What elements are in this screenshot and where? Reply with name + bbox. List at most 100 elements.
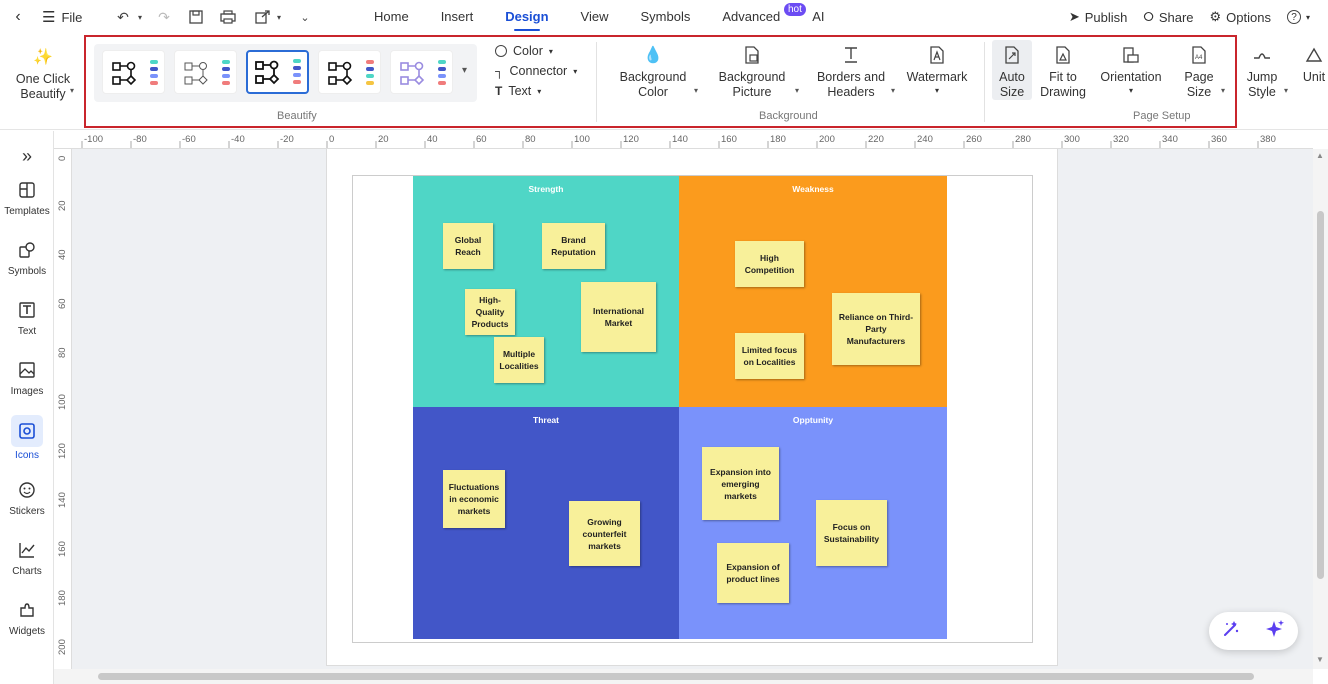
- background-color-button[interactable]: 💧 Background Color: [614, 44, 692, 100]
- borders-headers-button[interactable]: Borders and Headers: [812, 44, 890, 100]
- sidebar-item-templates[interactable]: Templates: [0, 177, 54, 217]
- chevron-down-icon[interactable]: ▾: [795, 86, 799, 95]
- tab-home[interactable]: Home: [358, 0, 425, 34]
- sticky-note[interactable]: Fluctuations in economic markets: [443, 470, 505, 528]
- watermark-button[interactable]: Watermark ▾: [904, 44, 970, 98]
- chevron-down-icon[interactable]: ▾: [891, 86, 895, 95]
- scroll-up-icon[interactable]: ▲: [1316, 151, 1324, 160]
- tab-insert[interactable]: Insert: [425, 0, 490, 34]
- sidebar-item-widgets[interactable]: Widgets: [0, 597, 54, 637]
- color-dropdown[interactable]: Color ▾: [495, 44, 553, 58]
- page-size-button[interactable]: A4 Page Size: [1180, 44, 1218, 100]
- sidebar-item-text[interactable]: Text: [0, 297, 54, 337]
- connector-icon: ┐: [495, 64, 504, 78]
- export-dropdown-icon[interactable]: ▾: [270, 8, 288, 26]
- export-icon[interactable]: [253, 8, 271, 26]
- sticky-note[interactable]: High- Quality Products: [465, 289, 515, 335]
- sticky-note[interactable]: Multiple Localities: [494, 337, 544, 383]
- sidebar-item-stickers[interactable]: Stickers: [0, 477, 54, 517]
- help-button[interactable]: ? ▾: [1286, 10, 1310, 24]
- drawing-page[interactable]: Strength Global Reach Brand Reputation H…: [327, 149, 1057, 665]
- tab-advanced[interactable]: Advanced: [706, 0, 796, 34]
- publish-icon: ➤: [1068, 9, 1080, 24]
- one-click-beautify-button[interactable]: ✨ One Click Beautify: [12, 46, 74, 102]
- sticky-note[interactable]: Brand Reputation: [542, 223, 605, 269]
- sticky-note[interactable]: Limited focus on Localities: [735, 333, 804, 379]
- sticky-note[interactable]: High Competition: [735, 241, 804, 287]
- horizontal-scrollbar[interactable]: [54, 669, 1313, 684]
- background-picture-button[interactable]: Background Picture: [712, 44, 792, 100]
- menu-tabs: Home Insert Design View Symbols Advanced…: [358, 0, 840, 34]
- print-icon[interactable]: [219, 8, 237, 26]
- svg-text:A4: A4: [1195, 55, 1203, 61]
- scrollbar-thumb[interactable]: [1317, 211, 1324, 579]
- sidebar-item-label: Text: [17, 326, 37, 337]
- sidebar-item-icons[interactable]: Icons: [0, 415, 54, 461]
- note-text: Expansion into emerging markets: [710, 466, 771, 501]
- ruler-tick: 180: [57, 590, 68, 606]
- scrollbar-thumb[interactable]: [98, 673, 1254, 680]
- strength-quadrant[interactable]: Strength Global Reach Brand Reputation H…: [413, 176, 679, 407]
- ruler-tick: 160: [57, 541, 68, 557]
- orientation-button[interactable]: Orientation ▾: [1096, 44, 1166, 98]
- sticky-note[interactable]: International Market: [581, 282, 656, 352]
- stickers-icon: [14, 477, 40, 503]
- unit-button[interactable]: Unit: [1300, 44, 1328, 85]
- options-button[interactable]: ⚙ Options: [1210, 9, 1271, 25]
- undo-dropdown-icon[interactable]: ▾: [131, 8, 149, 26]
- chevron-down-icon: ▾: [573, 66, 578, 76]
- text-dropdown[interactable]: T Text ▾: [495, 84, 541, 98]
- sticky-note[interactable]: Expansion into emerging markets: [702, 447, 779, 520]
- tab-design[interactable]: Design: [489, 0, 564, 34]
- ai-beautify-icon[interactable]: [1222, 620, 1240, 643]
- expand-styles-icon[interactable]: ▾: [462, 65, 467, 76]
- jump-style-button[interactable]: Jump Style: [1242, 44, 1282, 100]
- ruler-tick: 200: [819, 134, 835, 145]
- borders-headers-label: Borders and Headers: [816, 70, 886, 99]
- weakness-quadrant[interactable]: Weakness High Competition Reliance on Th…: [679, 176, 947, 407]
- ribbon-divider: [596, 42, 597, 122]
- sticky-note[interactable]: Global Reach: [443, 223, 493, 269]
- collapse-sidebar-button[interactable]: »: [0, 143, 54, 172]
- sidebar-item-symbols[interactable]: Symbols: [0, 237, 54, 277]
- quadrant-title: Weakness: [792, 184, 834, 194]
- redo-icon[interactable]: ↷: [155, 8, 173, 26]
- chevron-down-icon[interactable]: ▾: [70, 86, 74, 95]
- scroll-down-icon[interactable]: ▼: [1316, 655, 1324, 664]
- chevron-down-icon[interactable]: ▾: [1221, 86, 1225, 95]
- sidebar-item-charts[interactable]: Charts: [0, 537, 54, 577]
- beautify-style-4[interactable]: [318, 50, 381, 94]
- ruler-tick: 280: [1015, 134, 1031, 145]
- opportunity-quadrant[interactable]: Opptunity Expansion into emerging market…: [679, 407, 947, 639]
- share-button[interactable]: ⭘ Share: [1143, 9, 1193, 25]
- undo-icon[interactable]: ↶: [114, 8, 132, 26]
- sticky-note[interactable]: Expansion of product lines: [717, 543, 789, 603]
- beautify-style-3[interactable]: [246, 50, 309, 94]
- ai-sparkle-icon[interactable]: [1265, 619, 1285, 644]
- sticky-note[interactable]: Focus on Sustainability: [816, 500, 887, 566]
- beautify-style-1[interactable]: [102, 50, 165, 94]
- connector-dropdown[interactable]: ┐ Connector ▾: [495, 64, 577, 78]
- file-menu[interactable]: ☰ File: [42, 8, 82, 26]
- tab-symbols[interactable]: Symbols: [625, 0, 707, 34]
- sidebar-item-images[interactable]: Images: [0, 357, 54, 397]
- ruler-tick: 0: [57, 155, 68, 161]
- publish-button[interactable]: ➤ Publish: [1069, 9, 1128, 25]
- sticky-note[interactable]: Reliance on Third- Party Manufacturers: [832, 293, 920, 365]
- auto-size-button[interactable]: Auto Size: [992, 44, 1032, 100]
- fit-to-drawing-button[interactable]: Fit to Drawing: [1038, 44, 1088, 100]
- beautify-style-2[interactable]: [174, 50, 237, 94]
- save-icon[interactable]: [187, 8, 205, 26]
- threat-quadrant[interactable]: Threat Fluctuations in economic markets …: [413, 407, 679, 639]
- chevron-down-icon[interactable]: ▾: [1284, 86, 1288, 95]
- sticky-note[interactable]: Growing counterfeit markets: [569, 501, 640, 566]
- more-icon[interactable]: ⌄: [296, 8, 314, 26]
- chevron-down-icon[interactable]: ▾: [694, 86, 698, 95]
- vertical-scrollbar[interactable]: ▲ ▼: [1313, 149, 1328, 669]
- ruler-tick: 60: [476, 134, 487, 145]
- chevron-down-icon: ▾: [537, 86, 542, 96]
- drawing-canvas[interactable]: Strength Global Reach Brand Reputation H…: [72, 149, 1313, 669]
- beautify-style-5[interactable]: [390, 50, 453, 94]
- tab-view[interactable]: View: [565, 0, 625, 34]
- back-icon[interactable]: ‹: [10, 8, 26, 25]
